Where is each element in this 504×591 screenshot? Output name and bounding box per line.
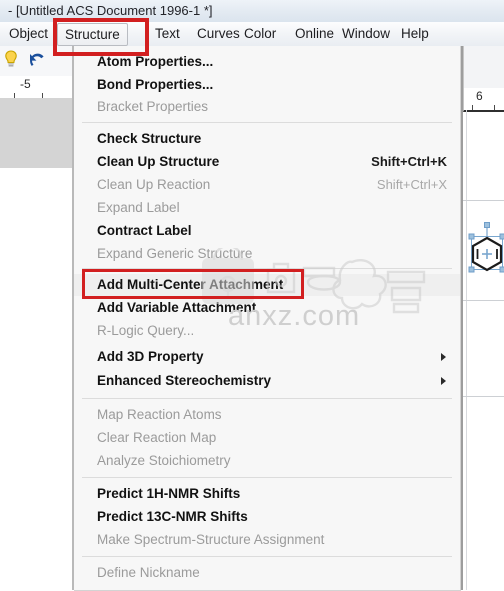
menubar-item-online[interactable]: Online: [292, 25, 337, 43]
window-title-bar: - [Untitled ACS Document 1996-1 *]: [0, 0, 504, 23]
chevron-right-icon: [441, 353, 446, 361]
chevron-right-icon: [441, 377, 446, 385]
menu-separator: [82, 398, 452, 399]
menu-item-expand-generic-structure: Expand Generic Structure: [97, 246, 253, 261]
benzene-ring[interactable]: [468, 222, 504, 284]
menu-item-clean-up-structure[interactable]: Clean Up Structure Shift+Ctrl+K: [74, 151, 460, 173]
menu-separator: [82, 556, 452, 557]
menubar-item-color[interactable]: Color: [241, 25, 279, 43]
canvas-top-strip: [463, 46, 504, 89]
menubar-item-window[interactable]: Window: [339, 25, 393, 43]
left-white-panel: [0, 168, 72, 590]
horizontal-ruler-right: 6: [463, 88, 504, 112]
menu-item-add-3d-property[interactable]: Add 3D Property: [74, 346, 460, 368]
menubar-item-curves[interactable]: Curves: [194, 25, 243, 43]
menu-item-contract-label[interactable]: Contract Label: [74, 220, 460, 242]
menubar-item-structure[interactable]: Structure: [57, 23, 128, 46]
menu-item-add-variable-attachment[interactable]: Add Variable Attachment: [74, 297, 460, 319]
menu-item-clean-up-reaction: Clean Up Reaction Shift+Ctrl+X: [74, 174, 460, 196]
horizontal-ruler-left: -5: [0, 76, 72, 100]
menu-accel-clean-up-structure: Shift+Ctrl+K: [371, 154, 447, 169]
menu-item-predict-1h-nmr-shifts[interactable]: Predict 1H-NMR Shifts: [74, 483, 460, 505]
menu-item-enhanced-stereochemistry[interactable]: Enhanced Stereochemistry: [74, 370, 460, 392]
menu-item-make-spectrum-structure-assignment: Make Spectrum-Structure Assignment: [97, 532, 325, 547]
menu-item-define-nickname: Define Nickname: [97, 565, 200, 580]
menubar-item-help[interactable]: Help: [398, 25, 432, 43]
menu-item-atom-properties[interactable]: Atom Properties...: [74, 51, 460, 73]
ruler-left-value: -5: [20, 77, 31, 91]
menu-item-bond-properties[interactable]: Bond Properties...: [74, 74, 460, 96]
menu-item-expand-label: Expand Label: [97, 200, 180, 215]
menu-item-map-reaction-atoms: Map Reaction Atoms: [97, 407, 222, 422]
menu-item-analyze-stoichiometry: Analyze Stoichiometry: [97, 453, 231, 468]
canvas-guide-line: [463, 300, 504, 301]
ruler-right-value: 6: [476, 89, 483, 103]
lightbulb-icon[interactable]: [4, 50, 18, 68]
menu-item-predict-13c-nmr-shifts[interactable]: Predict 13C-NMR Shifts: [74, 506, 460, 528]
menu-item-r-logic-query: R-Logic Query...: [97, 323, 195, 338]
menubar-item-object[interactable]: Object: [6, 25, 51, 43]
menu-bar: Object Structure Text Curves Color Onlin…: [0, 22, 504, 47]
menubar-item-text[interactable]: Text: [152, 25, 183, 43]
structure-dropdown-menu[interactable]: Atom Properties... Bond Properties... Br…: [74, 46, 461, 591]
canvas-guide-line: [463, 200, 504, 201]
menu-separator: [82, 477, 452, 478]
menu-item-add-multi-center-attachment[interactable]: Add Multi-Center Attachment: [74, 274, 460, 296]
menu-item-check-structure[interactable]: Check Structure: [74, 128, 460, 150]
menu-separator: [82, 268, 452, 269]
undo-icon[interactable]: [28, 52, 48, 68]
menu-item-clear-reaction-map: Clear Reaction Map: [97, 430, 217, 445]
menu-item-bracket-properties: Bracket Properties: [97, 99, 209, 114]
canvas-left-border: [461, 46, 463, 590]
menu-accel-clean-up-reaction: Shift+Ctrl+X: [376, 177, 447, 192]
canvas-inner-guide: [466, 110, 467, 590]
canvas-guide-line: [463, 396, 504, 397]
menu-separator: [82, 122, 452, 123]
window-title: - [Untitled ACS Document 1996-1 *]: [8, 3, 213, 18]
